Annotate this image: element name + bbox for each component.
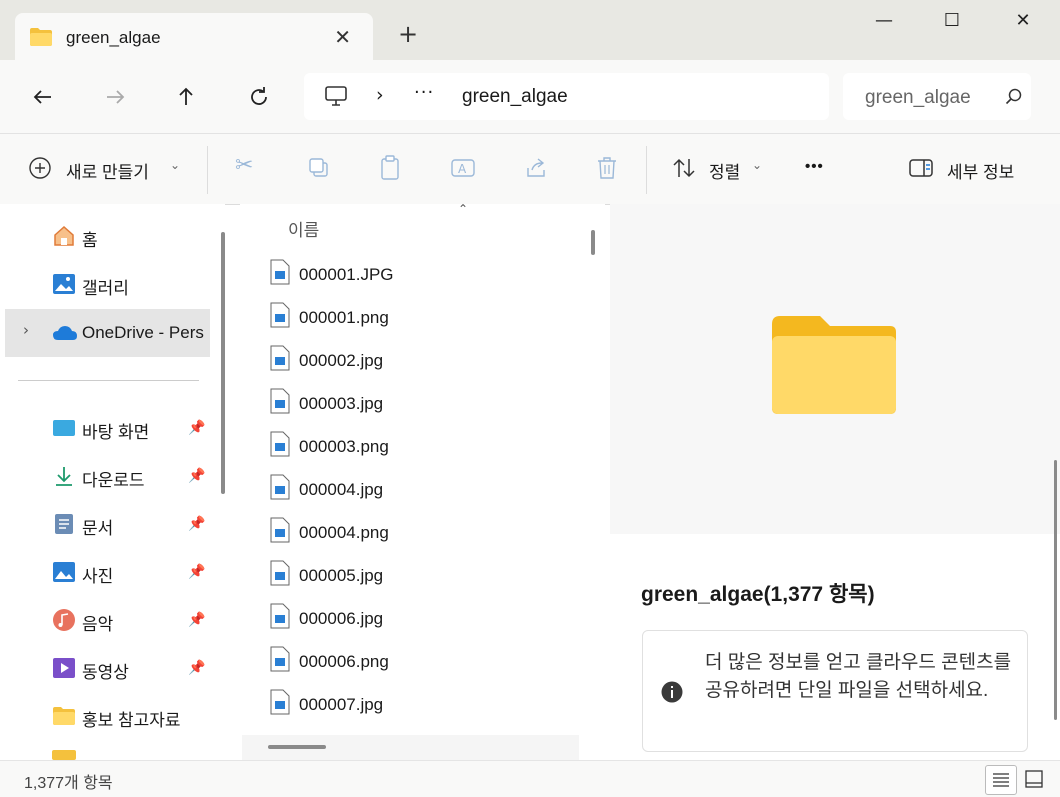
image-file-icon [270, 560, 290, 586]
pictures-icon [53, 562, 75, 582]
info-icon [661, 681, 683, 703]
sidebar-item-onedrive[interactable]: › OneDrive - Pers [5, 309, 210, 357]
status-bar: 1,377개 항목 [0, 760, 1060, 797]
column-header-name[interactable]: 이름 [288, 216, 319, 241]
up-icon[interactable] [174, 85, 198, 109]
details-title: green_algae(1,377 항목) [641, 583, 875, 606]
forward-icon[interactable] [103, 85, 127, 109]
sort-ascending-icon: ⌃ [458, 204, 469, 216]
tab-title: green_algae [66, 28, 161, 47]
pin-icon[interactable]: 📌 [188, 564, 205, 580]
breadcrumb-overflow[interactable]: ··· [414, 82, 434, 103]
new-button-label: 새로 만들기 [66, 163, 149, 182]
delete-icon[interactable] [596, 156, 618, 180]
details-scrollbar[interactable] [1054, 460, 1057, 720]
navigation-pane: 홈 갤러리 › OneDrive - Pers 바탕 화면 📌 다운로드 📌 문… [0, 204, 225, 760]
folder-icon [30, 28, 52, 46]
divider [207, 146, 208, 194]
image-file-icon [270, 259, 290, 285]
image-file-icon [270, 345, 290, 371]
image-file-icon [270, 646, 290, 672]
horizontal-scrollbar[interactable] [268, 745, 326, 749]
command-bar: 새로 만들기 ⌄ ✂ A 정렬 ⌄ ••• 세부 정보 [0, 133, 1060, 205]
divider [646, 146, 647, 194]
details-pane-icon [909, 159, 933, 177]
more-options-button[interactable]: ••• [805, 158, 824, 175]
document-icon [55, 514, 73, 534]
image-file-icon [270, 603, 290, 629]
image-file-icon [270, 689, 290, 715]
image-file-icon [270, 388, 290, 414]
svg-text:A: A [458, 162, 467, 176]
chevron-down-icon: ⌄ [752, 158, 763, 172]
rename-icon[interactable]: A [451, 156, 475, 180]
cut-icon[interactable]: ✂ [235, 152, 253, 178]
minimize-button[interactable]: — [864, 10, 904, 40]
desktop-icon [53, 420, 75, 436]
sidebar-scrollbar[interactable] [221, 232, 225, 494]
pin-icon[interactable]: 📌 [188, 420, 205, 436]
file-explorer-window: green_algae ✕ + — ☐ ✕ › ··· green_algae … [0, 0, 1060, 797]
music-icon [53, 609, 75, 631]
video-icon [53, 658, 75, 678]
pin-icon[interactable]: 📌 [188, 660, 205, 676]
gallery-icon [53, 274, 75, 294]
download-icon [56, 467, 72, 486]
plus-circle-icon [29, 157, 51, 179]
vertical-scrollbar[interactable] [591, 230, 595, 255]
breadcrumb-chevron-icon[interactable]: › [376, 84, 384, 106]
large-icons-view-icon[interactable] [1024, 769, 1044, 789]
tab-green-algae[interactable]: green_algae ✕ [15, 13, 373, 60]
close-window-button[interactable]: ✕ [1003, 10, 1043, 40]
list-view-icon [993, 773, 1009, 787]
image-file-icon [270, 517, 290, 543]
image-file-icon [270, 474, 290, 500]
back-icon[interactable] [31, 85, 55, 109]
details-label: 세부 정보 [947, 163, 1015, 182]
this-pc-icon [325, 86, 347, 106]
home-icon [54, 225, 74, 246]
divider [18, 380, 199, 381]
item-count: 1,377개 항목 [24, 775, 113, 792]
sidebar-item-label: OneDrive - Pers [82, 323, 204, 342]
chevron-down-icon: ⌄ [170, 158, 181, 172]
pin-icon[interactable]: 📌 [188, 612, 205, 628]
new-tab-button[interactable]: + [398, 22, 418, 46]
address-bar[interactable]: › ··· green_algae [304, 73, 829, 120]
share-icon[interactable] [524, 156, 548, 180]
folder-icon [53, 707, 75, 725]
pin-icon[interactable]: 📌 [188, 468, 205, 484]
copy-icon[interactable] [308, 157, 330, 179]
details-pane: green_algae(1,377 항목) 더 많은 정보를 얻고 클라우드 콘… [610, 204, 1060, 760]
folder-icon [52, 750, 76, 760]
preview-area [610, 204, 1060, 534]
navigation-bar: › ··· green_algae green_algae [0, 60, 1060, 133]
sort-label: 정렬 [709, 163, 741, 182]
tab-close-icon[interactable]: ✕ [334, 25, 351, 49]
maximize-button[interactable]: ☐ [932, 10, 972, 40]
file-list: ⌃ 이름 000001.JPG 000001.png 000002.jpg 00… [240, 204, 605, 760]
folder-icon [772, 316, 896, 414]
image-file-icon [270, 431, 290, 457]
onedrive-icon [53, 326, 77, 340]
title-bar: green_algae ✕ + — ☐ ✕ [0, 0, 1060, 60]
details-view-button[interactable] [985, 765, 1017, 795]
search-box[interactable]: green_algae [843, 73, 1031, 120]
search-icon[interactable] [1005, 88, 1023, 106]
search-input[interactable]: green_algae [865, 87, 977, 109]
chevron-right-icon[interactable]: › [23, 321, 29, 339]
image-file-icon [270, 302, 290, 328]
paste-icon[interactable] [380, 155, 402, 181]
info-box: 더 많은 정보를 얻고 클라우드 콘텐츠를 공유하려면 단일 파일을 선택하세요… [642, 630, 1028, 752]
breadcrumb-current[interactable]: green_algae [462, 86, 568, 108]
sort-icon [673, 158, 695, 178]
pin-icon[interactable]: 📌 [188, 516, 205, 532]
info-text: 더 많은 정보를 얻고 클라우드 콘텐츠를 공유하려면 단일 파일을 선택하세요… [705, 652, 1012, 701]
refresh-icon[interactable] [247, 85, 271, 109]
